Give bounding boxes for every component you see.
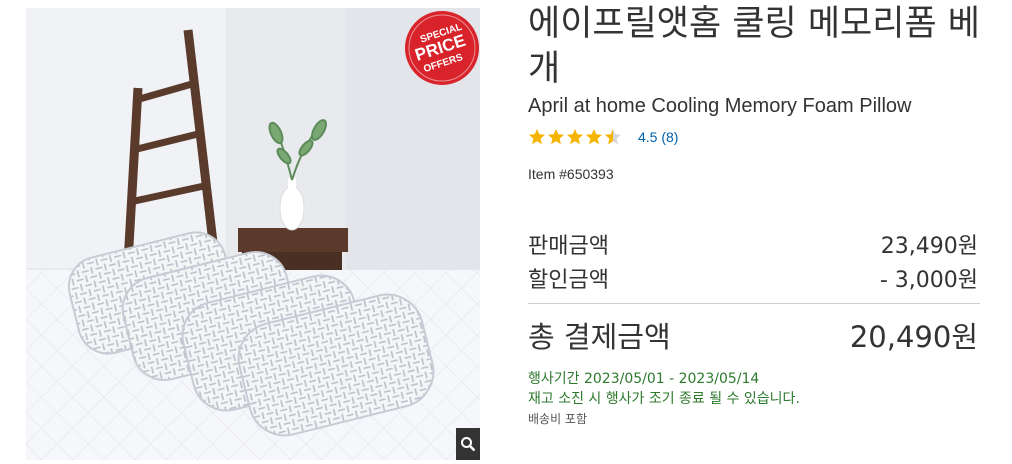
- price-divider: [528, 303, 980, 304]
- star-icon: [529, 129, 545, 145]
- star-rating: [528, 128, 624, 146]
- rating-link[interactable]: 4.5 (8): [638, 129, 678, 145]
- total-price-value: 20,490원: [849, 320, 978, 354]
- sale-price-label: 판매금액: [528, 234, 609, 259]
- total-price-row: 총 결제금액 20,490원: [528, 314, 978, 356]
- discount-label: 할인금액: [528, 268, 609, 293]
- star-icon: [586, 129, 602, 145]
- discount-value: - 3,000원: [879, 268, 978, 293]
- promotion-notice: 재고 소진 시 행사가 조기 종료 될 수 있습니다.: [528, 391, 800, 407]
- magnifier-icon[interactable]: [456, 428, 480, 460]
- product-title-english: April at home Cooling Memory Foam Pillow: [528, 95, 912, 117]
- sale-price-row: 판매금액 23,490원: [528, 228, 978, 260]
- item-number: Item #650393: [528, 166, 614, 182]
- product-rating[interactable]: 4.5 (8): [528, 128, 678, 146]
- total-price-label: 총 결제금액: [528, 320, 671, 354]
- star-icon: [567, 129, 583, 145]
- sale-price-value: 23,490원: [880, 234, 978, 259]
- star-icon: [529, 129, 621, 145]
- promotion-period: 행사기간 2023/05/01 - 2023/05/14: [528, 371, 760, 387]
- star-icon: [548, 129, 564, 145]
- shipping-note: 배송비 포함: [528, 412, 588, 426]
- product-title-korean: 에이프릴앳홈 쿨링 메모리폼 베개: [528, 4, 980, 89]
- special-price-badge: SPECIAL PRICE OFFERS: [404, 10, 480, 86]
- star-icon: [605, 129, 621, 145]
- discount-row: 할인금액 - 3,000원: [528, 262, 978, 294]
